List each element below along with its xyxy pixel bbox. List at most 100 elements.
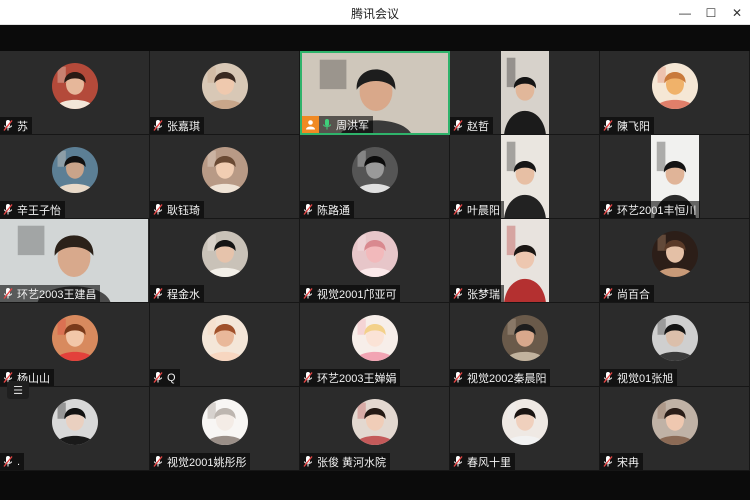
- name-plate: 视觉01张旭: [600, 369, 678, 386]
- participant-name: 程金水: [167, 288, 200, 301]
- window-title: 腾讯会议: [350, 7, 399, 21]
- microphone-muted-icon: [0, 117, 16, 134]
- avatar: [201, 398, 248, 445]
- participant-tile[interactable]: 陈路通: [300, 135, 450, 219]
- microphone-muted-icon: [0, 453, 16, 470]
- name-plate: 赵哲: [450, 117, 493, 134]
- participant-tile[interactable]: .: [0, 387, 150, 471]
- participant-tile[interactable]: 周洪军: [300, 51, 450, 135]
- participant-grid: 苏 张嘉琪 周洪军 赵哲 陳飞阳辛王子怡 耿钰琦 陈路通 叶晨阳 环艺2001丰恒川环艺2003…: [0, 51, 750, 471]
- participant-name: 环艺2001丰恒川: [617, 204, 697, 217]
- name-plate: 张梦瑞: [450, 285, 504, 302]
- name-plate: 张嘉琪: [150, 117, 204, 134]
- participant-tile[interactable]: 环艺2001丰恒川: [600, 135, 750, 219]
- participant-name: 张梦瑞: [467, 288, 500, 301]
- participant-name: 赵哲: [467, 120, 489, 133]
- participant-name: 叶晨阳: [467, 204, 500, 217]
- avatar: [51, 398, 98, 445]
- participant-tile[interactable]: 环艺2003王建昌: [0, 219, 150, 303]
- participant-name: 环艺2003王建昌: [17, 288, 97, 301]
- participant-tile[interactable]: 张俊 黄河水院: [300, 387, 450, 471]
- avatar: [51, 62, 98, 109]
- participant-tile[interactable]: 耿钰琦: [150, 135, 300, 219]
- microphone-muted-icon: [600, 201, 616, 218]
- name-plate: Q: [150, 369, 180, 386]
- participant-list-icon[interactable]: ☰: [7, 381, 29, 399]
- microphone-muted-icon: [450, 201, 466, 218]
- participant-name: 视觉2001姚彤彤: [167, 456, 247, 469]
- participant-tile[interactable]: 宋冉: [600, 387, 750, 471]
- microphone-muted-icon: [600, 285, 616, 302]
- microphone-muted-icon: [600, 453, 616, 470]
- participant-name: 宋冉: [617, 456, 639, 469]
- participant-tile[interactable]: 环艺2003王婵娟: [300, 303, 450, 387]
- participant-name: 视觉2002秦晨阳: [467, 372, 547, 385]
- microphone-muted-icon: [450, 117, 466, 134]
- participant-name: 辛王子怡: [17, 204, 61, 217]
- participant-tile[interactable]: 视觉2001姚彤彤: [150, 387, 300, 471]
- participant-tile[interactable]: 赵哲: [450, 51, 600, 135]
- microphone-icon: [319, 116, 335, 133]
- participant-name: 苏: [17, 120, 28, 133]
- top-toolbar: [0, 25, 750, 51]
- avatar: [201, 230, 248, 277]
- close-icon[interactable]: ✕: [724, 0, 750, 25]
- participant-tile[interactable]: 程金水: [150, 219, 300, 303]
- participant-tile[interactable]: 视觉2002秦晨阳: [450, 303, 600, 387]
- avatar: [51, 146, 98, 193]
- microphone-muted-icon: [0, 285, 16, 302]
- maximize-icon[interactable]: ☐: [698, 0, 724, 25]
- participant-tile[interactable]: 杨山山: [0, 303, 150, 387]
- microphone-muted-icon: [300, 453, 316, 470]
- avatar: [651, 398, 698, 445]
- avatar: [351, 314, 398, 361]
- participant-name: 尚百合: [617, 288, 650, 301]
- participant-tile[interactable]: 视觉2001邝亚可: [300, 219, 450, 303]
- participant-tile[interactable]: 陳飞阳: [600, 51, 750, 135]
- name-plate: 春风十里: [450, 453, 515, 470]
- participant-name: 陈路通: [317, 204, 350, 217]
- host-icon: [302, 116, 319, 133]
- microphone-muted-icon: [150, 369, 166, 386]
- microphone-muted-icon: [0, 201, 16, 218]
- participant-tile[interactable]: 叶晨阳: [450, 135, 600, 219]
- avatar: [351, 146, 398, 193]
- microphone-muted-icon: [600, 369, 616, 386]
- avatar: [351, 398, 398, 445]
- participant-name: 视觉01张旭: [617, 372, 674, 385]
- participant-tile[interactable]: 春风十里: [450, 387, 600, 471]
- avatar: [501, 314, 548, 361]
- microphone-muted-icon: [450, 453, 466, 470]
- participant-name: 张嘉琪: [167, 120, 200, 133]
- participant-tile[interactable]: Q: [150, 303, 300, 387]
- participant-tile[interactable]: 辛王子怡: [0, 135, 150, 219]
- participant-tile[interactable]: 视觉01张旭: [600, 303, 750, 387]
- participant-tile[interactable]: 苏: [0, 51, 150, 135]
- name-plate: 视觉2001姚彤彤: [150, 453, 251, 470]
- title-bar: 腾讯会议 — ☐ ✕: [0, 0, 750, 25]
- participant-name: Q: [167, 371, 176, 384]
- participant-tile[interactable]: 张梦瑞: [450, 219, 600, 303]
- avatar: [651, 230, 698, 277]
- name-plate: 视觉2001邝亚可: [300, 285, 401, 302]
- microphone-muted-icon: [300, 285, 316, 302]
- participant-name: 陳飞阳: [617, 120, 650, 133]
- participant-name: 视觉2001邝亚可: [317, 288, 397, 301]
- name-plate: 苏: [0, 117, 32, 134]
- avatar: [201, 62, 248, 109]
- participant-tile[interactable]: 张嘉琪: [150, 51, 300, 135]
- participant-name: 环艺2003王婵娟: [317, 372, 397, 385]
- name-plate: 环艺2001丰恒川: [600, 201, 701, 218]
- avatar: [51, 314, 98, 361]
- bottom-toolbar: [0, 471, 750, 500]
- name-plate: 陈路通: [300, 201, 354, 218]
- microphone-muted-icon: [450, 369, 466, 386]
- participant-tile[interactable]: 尚百合: [600, 219, 750, 303]
- name-plate: 张俊 黄河水院: [300, 453, 391, 470]
- name-plate: 尚百合: [600, 285, 654, 302]
- name-plate: 陳飞阳: [600, 117, 654, 134]
- video-feed: [500, 219, 549, 302]
- minimize-icon[interactable]: —: [672, 0, 698, 25]
- participant-name: .: [17, 455, 21, 468]
- microphone-muted-icon: [300, 369, 316, 386]
